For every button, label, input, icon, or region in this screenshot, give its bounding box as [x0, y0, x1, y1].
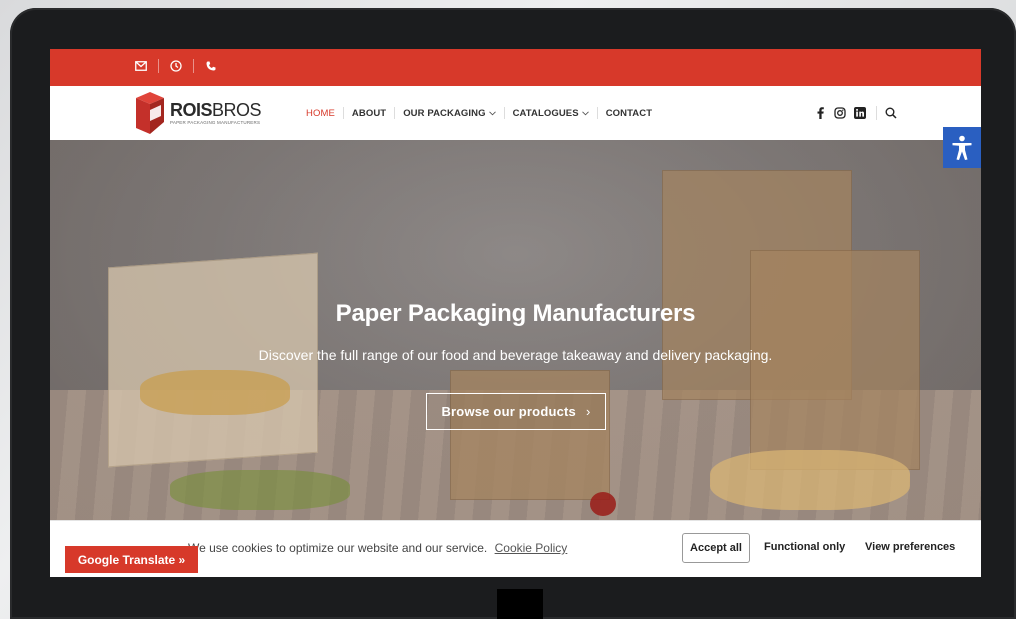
hero-title: Paper Packaging Manufacturers [335, 300, 696, 327]
menu-item-catalogues[interactable]: CATALOGUES [513, 108, 589, 119]
logo-tagline: PAPER PACKAGING MANUFACTURERS [170, 119, 261, 125]
menu-item-contact[interactable]: CONTACT [606, 108, 652, 119]
menu-item-label: OUR PACKAGING [403, 107, 486, 119]
divider [394, 107, 396, 119]
top-contact-bar [50, 49, 981, 86]
divider [193, 59, 194, 73]
envelope-icon[interactable] [134, 59, 148, 73]
facebook-icon[interactable] [814, 107, 826, 119]
hero-banner: Paper Packaging Manufacturers Discover t… [50, 140, 981, 520]
browse-products-button[interactable]: Browse our products › [426, 393, 606, 430]
social-links [814, 106, 905, 120]
cookie-message: We use cookies to optimize our website a… [188, 541, 567, 555]
cookie-policy-link[interactable]: Cookie Policy [495, 541, 568, 555]
chevron-right-icon: › [586, 404, 591, 419]
chevron-down-icon [581, 110, 589, 115]
view-preferences-button[interactable]: View preferences [865, 541, 955, 553]
menu-item-about[interactable]: ABOUT [352, 108, 386, 119]
accessibility-button[interactable] [943, 127, 981, 168]
browser-viewport: ROISBROS PAPER PACKAGING MANUFACTURERS H… [50, 49, 981, 577]
hero-image-food [170, 470, 350, 510]
search-icon[interactable] [885, 107, 897, 119]
accessibility-icon [952, 135, 972, 160]
cookie-message-text: We use cookies to optimize our website a… [188, 541, 488, 555]
main-navbar: ROISBROS PAPER PACKAGING MANUFACTURERS H… [50, 86, 981, 140]
menu-item-label: CATALOGUES [512, 107, 579, 119]
instagram-icon[interactable] [834, 107, 846, 119]
chevron-down-icon [488, 110, 496, 115]
divider [596, 107, 598, 119]
logo-brand-bold: ROIS [170, 99, 213, 120]
hero-image-food [140, 370, 290, 415]
google-translate-button[interactable]: Google Translate » [65, 546, 198, 573]
divider [876, 106, 877, 120]
logo-mark-icon [136, 92, 164, 134]
divider [503, 107, 505, 119]
accept-all-button[interactable]: Accept all [682, 533, 750, 563]
divider [342, 107, 344, 119]
clock-icon[interactable] [169, 59, 183, 73]
primary-menu: HOME ABOUT OUR PACKAGING CATALOGUES CONT… [306, 107, 652, 119]
hero-image-food [710, 450, 910, 510]
hero-image-tomato [590, 492, 616, 516]
monitor-stand [497, 589, 543, 619]
site-logo[interactable]: ROISBROS PAPER PACKAGING MANUFACTURERS [134, 92, 262, 134]
functional-only-button[interactable]: Functional only [764, 541, 845, 553]
hero-subtitle: Discover the full range of our food and … [258, 347, 773, 363]
logo-brand-light: BROS [212, 99, 262, 120]
divider [158, 59, 159, 73]
browse-products-label: Browse our products [441, 404, 576, 419]
linkedin-icon[interactable] [854, 107, 866, 119]
menu-item-home[interactable]: HOME [306, 108, 335, 119]
hero-image-box-center [450, 370, 610, 500]
phone-icon[interactable] [204, 59, 218, 73]
menu-item-our-packaging[interactable]: OUR PACKAGING [403, 107, 496, 119]
